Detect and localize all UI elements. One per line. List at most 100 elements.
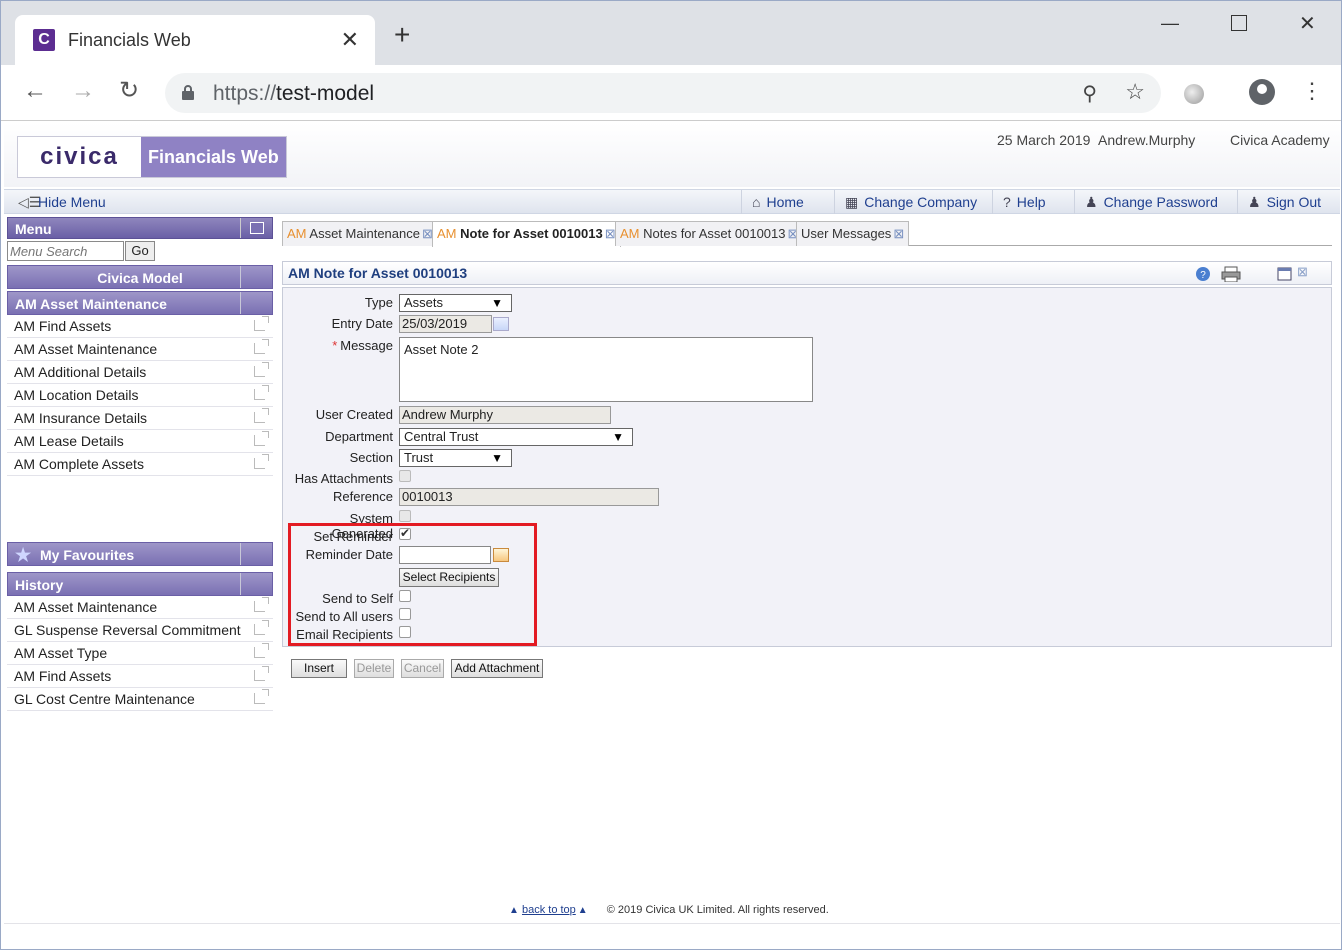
tab-user-messages[interactable]: User Messages ⊠ <box>796 221 910 246</box>
open-external-icon[interactable] <box>254 454 269 469</box>
close-tab-icon[interactable]: ⊠ <box>605 226 616 241</box>
new-tab-icon[interactable]: + <box>394 21 410 49</box>
system-generated-checkbox <box>399 510 411 522</box>
history-item[interactable]: AM Asset Type <box>7 642 273 665</box>
tab-note-for-asset[interactable]: AM Note for Asset 0010013 ⊠ <box>432 221 621 247</box>
nav-help[interactable]: ? Help <box>992 190 1056 214</box>
browser-tab-title: Financials Web <box>68 30 191 50</box>
menu-item[interactable]: AM Lease Details <box>7 430 273 453</box>
menu-item[interactable]: AM Asset Maintenance <box>7 338 273 361</box>
highlight-box <box>288 523 537 646</box>
open-external-icon[interactable] <box>254 689 269 704</box>
section-label: Section <box>349 450 393 465</box>
browser-tab[interactable]: C Financials Web ✕ <box>15 15 375 65</box>
add-attachment-button[interactable]: Add Attachment <box>451 659 543 678</box>
section-select[interactable]: Trust ▼ <box>399 449 512 467</box>
sign-out-icon: ♟ <box>1248 194 1261 210</box>
maximize-icon[interactable] <box>1231 15 1247 31</box>
menu-item[interactable]: AM Insurance Details <box>7 407 273 430</box>
panel-toggle-icon[interactable] <box>240 266 272 288</box>
tab-notes-for-asset[interactable]: AM Notes for Asset 0010013 ⊠ <box>615 221 804 246</box>
popout-window-icon[interactable] <box>1277 266 1293 282</box>
open-external-icon[interactable] <box>254 408 269 423</box>
lock-icon <box>182 85 194 100</box>
sidebar: Menu Go Civica Model AM Asset Maintenanc… <box>7 217 273 711</box>
civica-model-header[interactable]: Civica Model <box>7 265 273 289</box>
dropdown-arrow-icon: ▼ <box>612 430 624 444</box>
zoom-icon[interactable]: ⚲ <box>1082 81 1097 106</box>
menu-item[interactable]: AM Location Details <box>7 384 273 407</box>
menu-panel-header: Menu <box>7 217 273 239</box>
user-created-label: User Created <box>315 407 393 422</box>
close-tab-icon[interactable]: ⊠ <box>893 226 904 241</box>
app-root: civica Financials Web 25 March 2019 Andr… <box>4 123 1340 949</box>
open-external-icon[interactable] <box>254 385 269 400</box>
open-external-icon[interactable] <box>254 597 269 612</box>
open-external-icon[interactable] <box>254 666 269 681</box>
app-menubar: ◁☰Hide Menu ⌂ Home ▦ Change Company ? Help … <box>4 189 1340 214</box>
menu-item[interactable]: AM Find Assets <box>7 315 273 338</box>
svg-text:?: ? <box>1200 270 1206 281</box>
open-external-icon[interactable] <box>254 339 269 354</box>
tab-asset-maintenance[interactable]: AM Asset Maintenance ⊠ <box>282 221 438 246</box>
cancel-button[interactable]: Cancel <box>401 659 444 678</box>
user-key-icon: ♟ <box>1085 194 1098 210</box>
content-tabs: AM Asset Maintenance ⊠ AM Note for Asset … <box>282 221 1332 247</box>
panel-up-icon[interactable] <box>240 292 272 314</box>
open-external-icon[interactable] <box>254 431 269 446</box>
bottom-divider <box>4 923 1340 924</box>
extension-icon[interactable] <box>1184 84 1204 104</box>
panel-toggle-icon[interactable] <box>240 573 272 595</box>
section-header-am-asset-maintenance[interactable]: AM Asset Maintenance <box>7 291 273 315</box>
my-favourites-header[interactable]: ★ My Favourites <box>7 542 273 566</box>
department-select[interactable]: Central Trust ▼ <box>399 428 633 446</box>
history-item[interactable]: AM Find Assets <box>7 665 273 688</box>
insert-button[interactable]: Insert <box>291 659 347 678</box>
close-form-icon[interactable]: ⊠ <box>1297 264 1313 280</box>
header-user: Andrew.Murphy <box>1098 132 1196 148</box>
copyright-text: © 2019 Civica UK Limited. All rights res… <box>606 904 829 916</box>
history-item[interactable]: GL Cost Centre Maintenance <box>7 688 273 711</box>
close-tab-icon[interactable]: ✕ <box>341 27 359 53</box>
minimize-icon[interactable]: — <box>1161 13 1179 34</box>
kebab-menu-icon[interactable]: ⋮ <box>1301 77 1323 105</box>
panel-toggle-icon[interactable] <box>240 543 272 565</box>
reload-icon[interactable]: ↻ <box>119 79 139 103</box>
has-attachments-checkbox <box>399 470 411 482</box>
nav-change-company[interactable]: ▦ Change Company <box>834 190 987 214</box>
header-date: 25 March 2019 <box>997 132 1091 148</box>
forward-arrow-icon[interactable]: → <box>71 79 95 103</box>
history-header[interactable]: History <box>7 572 273 596</box>
open-external-icon[interactable] <box>254 316 269 331</box>
history-item[interactable]: GL Suspense Reversal Commitment <box>7 619 273 642</box>
nav-sign-out[interactable]: ♟ Sign Out <box>1237 190 1331 214</box>
menu-search-go-button[interactable]: Go <box>125 241 155 261</box>
required-asterisk-icon: * <box>332 338 338 353</box>
message-textarea[interactable]: Asset Note 2 <box>399 337 813 402</box>
browser-toolbar: ← → ↻ https://test-model ⚲ ☆ ⋮ <box>1 65 1341 121</box>
help-icon[interactable]: ? <box>1195 266 1211 282</box>
back-to-top-link[interactable]: back to top <box>522 904 576 916</box>
panel-toggle-icon[interactable] <box>240 218 272 238</box>
arrow-up-icon: ▲ <box>577 905 588 916</box>
back-arrow-icon[interactable]: ← <box>23 79 47 103</box>
window-close-icon[interactable]: ✕ <box>1299 11 1316 36</box>
menu-items: AM Find Assets AM Asset Maintenance AM A… <box>7 315 273 476</box>
address-bar[interactable]: https://test-model ⚲ ☆ <box>165 73 1161 113</box>
type-select[interactable]: Assets ▼ <box>399 294 512 312</box>
hide-menu-link[interactable]: ◁☰Hide Menu <box>18 194 106 211</box>
nav-change-password[interactable]: ♟ Change Password <box>1074 190 1228 214</box>
open-external-icon[interactable] <box>254 643 269 658</box>
open-external-icon[interactable] <box>254 362 269 377</box>
menu-item[interactable]: AM Additional Details <box>7 361 273 384</box>
history-item[interactable]: AM Asset Maintenance <box>7 596 273 619</box>
menu-item[interactable]: AM Complete Assets <box>7 453 273 476</box>
delete-button[interactable]: Delete <box>354 659 394 678</box>
open-external-icon[interactable] <box>254 620 269 635</box>
print-icon[interactable] <box>1221 266 1241 282</box>
bookmark-star-icon[interactable]: ☆ <box>1125 79 1145 105</box>
url-text: https://test-model <box>213 82 375 105</box>
profile-avatar-icon[interactable] <box>1249 79 1275 105</box>
nav-home[interactable]: ⌂ Home <box>741 190 814 214</box>
menu-search-input[interactable] <box>7 241 124 261</box>
